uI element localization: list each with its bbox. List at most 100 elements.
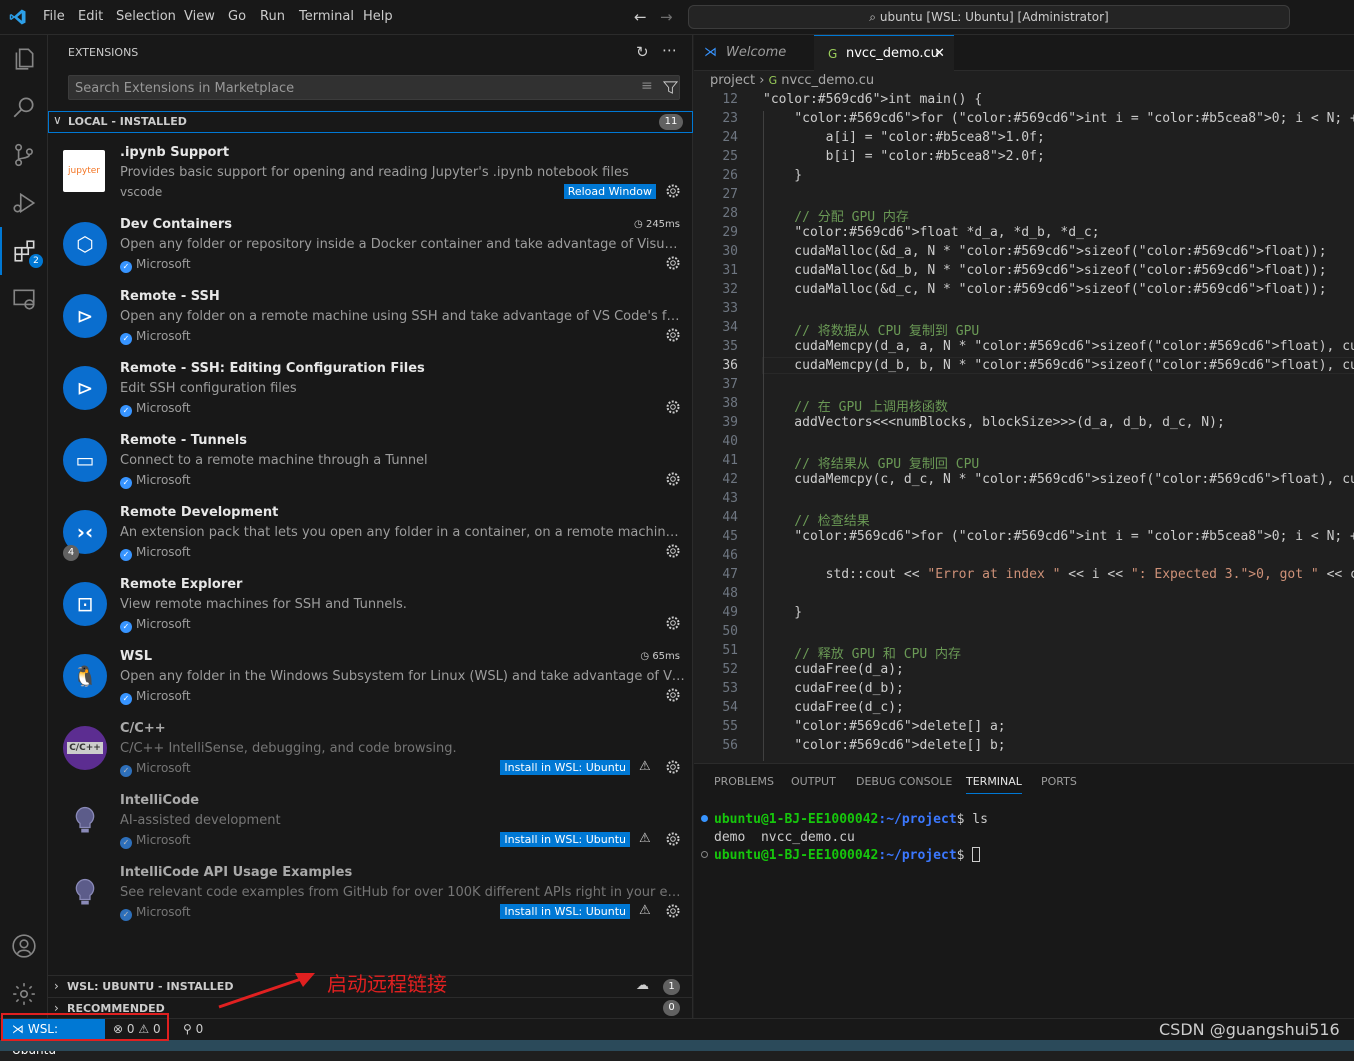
extension-publisher: ✓ Microsoft (120, 473, 191, 489)
terminal-line[interactable]: ubuntu@1-BJ-EE1000042:~/project$ (714, 847, 981, 863)
extension-name: WSL (120, 649, 152, 664)
command-center[interactable]: ⌕ ubuntu [WSL: Ubuntu] [Administrator] (688, 5, 1290, 29)
refresh-icon[interactable]: ↻ (636, 43, 649, 61)
back-arrow-icon[interactable]: ← (634, 8, 647, 26)
install-wsl-button[interactable]: Install in WSL: Ubuntu (500, 760, 630, 775)
remote-explorer-icon[interactable] (0, 275, 48, 323)
source-control-icon[interactable] (0, 131, 48, 179)
ports-indicator[interactable]: ⚲ 0 (183, 1022, 203, 1036)
manage-gear-icon[interactable] (665, 255, 681, 271)
cloud-download-icon[interactable]: ☁ (636, 978, 649, 993)
watermark: CSDN @guangshui516 (1159, 1020, 1340, 1039)
manage-gear-icon[interactable] (665, 903, 681, 919)
manage-gear-icon[interactable] (665, 399, 681, 415)
reload-window-button[interactable]: Reload Window (563, 184, 656, 199)
search-icon[interactable] (0, 83, 48, 131)
tab-ports[interactable]: PORTS (1041, 775, 1077, 788)
local-installed-header[interactable]: ∨ LOCAL - INSTALLED 11 (48, 111, 693, 133)
menu-view[interactable]: View (184, 9, 215, 24)
verified-icon: ✓ (120, 837, 132, 849)
publisher-name: Microsoft (136, 545, 191, 559)
extension-item[interactable]: IntelliCode AI-assisted development ✓ Micro… (48, 789, 693, 861)
extension-name: IntelliCode API Usage Examples (120, 865, 353, 880)
code-line: "color:#569cd6">int main() { (763, 92, 983, 107)
manage-gear-icon[interactable] (665, 831, 681, 847)
publisher-name: Microsoft (136, 257, 191, 271)
code-line: // 将结果从 GPU 复制回 CPU (763, 457, 980, 472)
extension-item[interactable]: ⬡ Dev Containers Open any folder or reposi… (48, 213, 693, 285)
extension-item[interactable]: ›‹ 4 Remote Development An extension pack t… (48, 501, 693, 573)
time-label: 65ms (652, 651, 680, 662)
manage-gear-icon[interactable] (0, 970, 48, 1018)
command-center-label: ubuntu [WSL: Ubuntu] [Administrator] (879, 10, 1109, 24)
manage-gear-icon[interactable] (665, 615, 681, 631)
extension-name: Remote - SSH (120, 289, 220, 304)
extension-item[interactable]: ⊳ Remote - SSH Open any folder on a remote… (48, 285, 693, 357)
extension-item[interactable]: 🐧 WSL Open any folder in the Windows Subsy… (48, 645, 693, 717)
line-number: 49 (722, 605, 738, 620)
tab-welcome[interactable]: ⋊ Welcome (694, 35, 814, 71)
menu-help[interactable]: Help (363, 9, 393, 24)
verified-icon: ✓ (120, 333, 132, 345)
tab-problems[interactable]: PROBLEMS (714, 775, 774, 788)
forward-arrow-icon[interactable]: → (660, 8, 673, 26)
manage-gear-icon[interactable] (665, 471, 681, 487)
terminal-icon: ⊳ (63, 294, 107, 338)
warning-icon: ⚠ (639, 831, 651, 846)
breadcrumb-file[interactable]: nvcc_demo.cu (781, 73, 874, 88)
line-number: 47 (722, 567, 738, 582)
search-extensions-input[interactable]: Search Extensions in Marketplace ≡ (68, 75, 680, 100)
terminal-icon: ⊳ (63, 366, 107, 410)
tab-nvcc-demo[interactable]: G nvcc_demo.cu ✕ (814, 35, 954, 71)
menu-terminal[interactable]: Terminal (299, 9, 354, 24)
explorer-icon[interactable] (0, 35, 48, 83)
extension-item[interactable]: jupyter .ipynb Support Provides basic supp… (48, 141, 693, 213)
extension-publisher: ✓ Microsoft (120, 401, 191, 417)
title-bar: File Edit Selection View Go Run Terminal… (0, 0, 1354, 35)
install-wsl-button[interactable]: Install in WSL: Ubuntu (500, 832, 630, 847)
tab-output[interactable]: OUTPUT (791, 775, 836, 788)
menu-selection[interactable]: Selection (116, 9, 176, 24)
menu-run[interactable]: Run (260, 9, 285, 24)
extension-item[interactable]: ▭ Remote - Tunnels Connect to a remote mac… (48, 429, 693, 501)
publisher-name: Microsoft (136, 617, 191, 631)
code-line: cudaMalloc(&d_c, N * "color:#569cd6">siz… (763, 282, 1327, 297)
code-line: cudaFree(d_b); (763, 681, 904, 696)
terminal-line[interactable]: ubuntu@1-BJ-EE1000042:~/project$ ls (714, 812, 988, 827)
tab-debug-console[interactable]: DEBUG CONSOLE (856, 775, 952, 788)
more-actions-icon[interactable]: ⋯ (662, 41, 677, 59)
code-line: "color:#569cd6">delete[] a; (794, 719, 1006, 734)
filter-icon[interactable] (663, 80, 678, 95)
extension-publisher: ✓ Microsoft (120, 257, 191, 273)
menu-edit[interactable]: Edit (78, 9, 103, 24)
extension-name: Remote - SSH: Editing Configuration File… (120, 361, 425, 376)
tab-label: nvcc_demo.cu (846, 46, 939, 61)
accounts-icon[interactable] (0, 922, 48, 970)
verified-icon: ✓ (120, 765, 132, 777)
extension-item[interactable]: ⊳ Remote - SSH: Editing Configuration Fil… (48, 357, 693, 429)
code-line: // 释放 GPU 和 CPU 内存 (763, 647, 962, 662)
run-debug-icon[interactable] (0, 179, 48, 227)
extension-item[interactable]: IntelliCode API Usage Examples See releva… (48, 861, 693, 933)
extension-item[interactable]: ⊡ Remote Explorer View remote machines for… (48, 573, 693, 645)
extension-description: See relevant code examples from GitHub f… (120, 885, 685, 900)
extension-item[interactable]: C/C++ C/C++ C/C++ IntelliSense, debugging,… (48, 717, 693, 789)
line-number: 45 (722, 529, 738, 544)
manage-gear-icon[interactable] (665, 543, 681, 559)
extensions-icon[interactable]: 2 (0, 227, 48, 275)
close-icon[interactable]: ✕ (934, 36, 945, 72)
manage-gear-icon[interactable] (665, 327, 681, 343)
section-label: WSL: UBUNTU - INSTALLED (67, 980, 234, 993)
menu-file[interactable]: File (43, 9, 65, 24)
manage-gear-icon[interactable] (665, 183, 681, 199)
manage-gear-icon[interactable] (665, 687, 681, 703)
clear-filter-icon[interactable]: ≡ (641, 78, 653, 94)
breadcrumb-root[interactable]: project (710, 73, 755, 88)
code-editor[interactable]: 12 "color:#569cd6">int main() {23 "color:… (694, 92, 1354, 762)
extension-name: IntelliCode (120, 793, 200, 808)
line-number: 44 (722, 510, 738, 525)
menu-go[interactable]: Go (228, 9, 246, 24)
tab-terminal[interactable]: TERMINAL (966, 775, 1022, 794)
manage-gear-icon[interactable] (665, 759, 681, 775)
install-wsl-button[interactable]: Install in WSL: Ubuntu (500, 904, 630, 919)
